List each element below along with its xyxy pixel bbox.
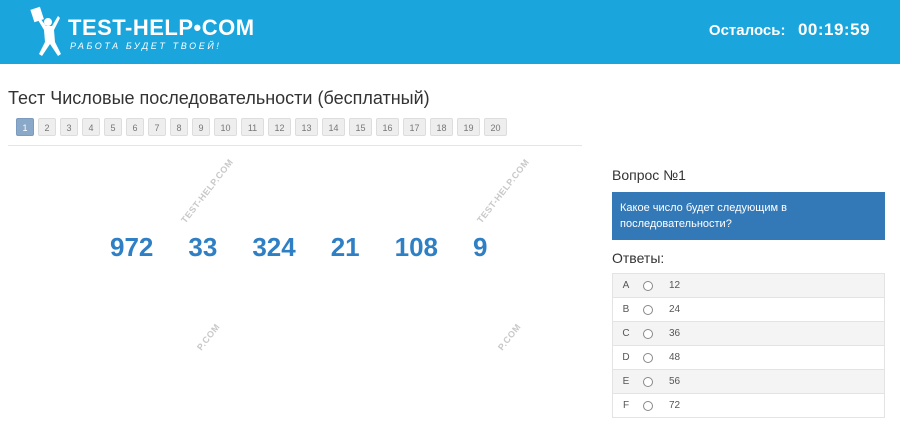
page-link-18[interactable]: 18 (430, 118, 453, 136)
sequence-number: 33 (188, 232, 218, 262)
answers-heading: Ответы: (612, 250, 665, 266)
watermark: P.COM (194, 321, 222, 353)
answer-option-a[interactable]: A 12 (612, 274, 885, 298)
page-title: Тест Числовые последовательности (беспла… (8, 88, 430, 108)
divider (8, 145, 582, 146)
page-link-15[interactable]: 15 (349, 118, 372, 136)
site-logo[interactable]: TEST-HELP•COM РАБОТА БУДЕТ ТВОЕЙ! (28, 6, 254, 58)
answer-letter: C (622, 328, 630, 339)
sequence-number: 108 (394, 232, 439, 262)
watermark: P.COM (495, 321, 523, 353)
page-link-8[interactable]: 8 (170, 118, 188, 136)
page-link-20[interactable]: 20 (484, 118, 507, 136)
jumping-person-logo-icon (30, 6, 61, 56)
answer-value: 56 (669, 376, 681, 387)
answer-option-d[interactable]: D 48 (612, 346, 885, 370)
answer-option-e[interactable]: E 56 (612, 370, 885, 394)
question-text: Какое число будет следующим в последоват… (612, 192, 885, 240)
page-link-12[interactable]: 12 (268, 118, 291, 136)
answer-value: 36 (669, 328, 681, 339)
page-link-14[interactable]: 14 (322, 118, 345, 136)
answer-letter: F (622, 400, 630, 411)
logo-subtitle: РАБОТА БУДЕТ ТВОЕЙ! (70, 41, 222, 51)
answer-value: 72 (669, 400, 681, 411)
sequence-number: 324 (252, 232, 296, 262)
logo-title: TEST-HELP•COM (68, 15, 255, 40)
answer-option-b[interactable]: B 24 (612, 298, 885, 322)
watermark: TEST-HELP.COM (179, 157, 236, 225)
page-link-19[interactable]: 19 (457, 118, 480, 136)
number-sequence: 972 33 324 21 108 9 (110, 232, 487, 263)
answer-letter: D (622, 352, 630, 363)
countdown-timer: Осталось: 00:19:59 (709, 20, 870, 40)
page-link-13[interactable]: 13 (295, 118, 318, 136)
radio-button[interactable] (643, 400, 653, 411)
answer-letter: B (622, 304, 630, 315)
page-link-16[interactable]: 16 (376, 118, 399, 136)
timer-label: Осталось: (708, 22, 786, 39)
page-link-11[interactable]: 11 (241, 118, 264, 136)
page-link-9[interactable]: 9 (192, 118, 210, 136)
answer-value: 24 (669, 304, 681, 315)
page-link-3[interactable]: 3 (60, 118, 78, 136)
timer-value: 00:19:59 (797, 20, 870, 39)
site-header: TEST-HELP•COM РАБОТА БУДЕТ ТВОЕЙ! Остало… (0, 0, 900, 64)
page-link-2[interactable]: 2 (38, 118, 56, 136)
answers-list: A 12 B 24 C 36 D 48 E 56 F 72 (612, 273, 885, 418)
page-link-6[interactable]: 6 (126, 118, 144, 136)
question-heading: Вопрос №1 (612, 167, 686, 183)
answer-option-c[interactable]: C 36 (612, 322, 885, 346)
radio-button[interactable] (643, 352, 653, 363)
question-pagination: 1 2 3 4 5 6 7 8 9 10 11 12 13 14 15 16 17 18 19 20 (16, 118, 511, 136)
page-link-17[interactable]: 17 (403, 118, 426, 136)
page-link-7[interactable]: 7 (148, 118, 166, 136)
radio-button[interactable] (643, 280, 653, 291)
radio-button[interactable] (643, 328, 653, 339)
sequence-number: 972 (110, 232, 154, 262)
answer-letter: A (622, 280, 630, 291)
answer-letter: E (622, 376, 630, 387)
page-link-10[interactable]: 10 (214, 118, 237, 136)
answer-value: 12 (669, 280, 681, 291)
answer-value: 48 (669, 352, 681, 363)
watermark: TEST-HELP.COM (475, 157, 532, 225)
page-link-1[interactable]: 1 (16, 118, 34, 136)
answer-option-f[interactable]: F 72 (612, 394, 885, 418)
page-link-5[interactable]: 5 (104, 118, 122, 136)
sequence-number: 9 (473, 232, 488, 262)
radio-button[interactable] (643, 376, 653, 387)
sequence-number: 21 (330, 232, 360, 262)
radio-button[interactable] (643, 304, 653, 315)
page-link-4[interactable]: 4 (82, 118, 100, 136)
